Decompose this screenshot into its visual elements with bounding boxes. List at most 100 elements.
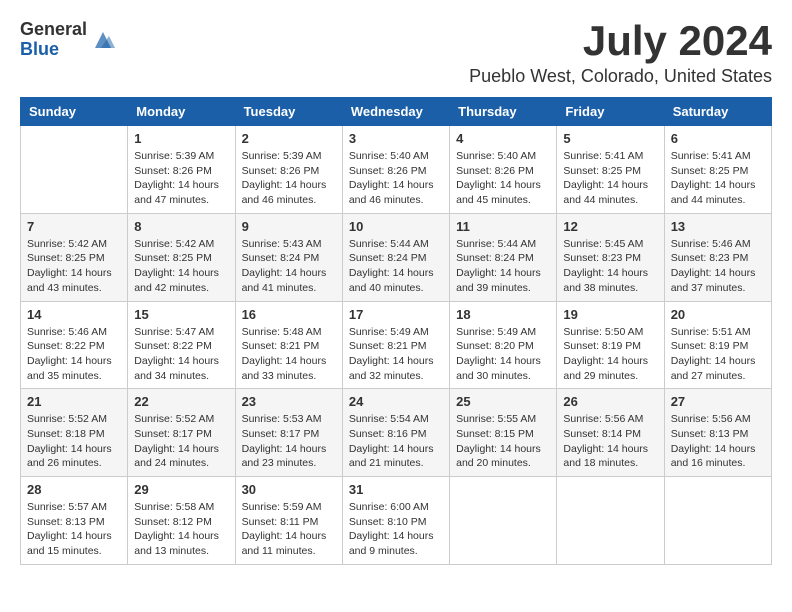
day-header-tuesday: Tuesday <box>235 98 342 126</box>
day-info: Sunrise: 5:40 AM Sunset: 8:26 PM Dayligh… <box>349 149 443 208</box>
calendar-cell: 1Sunrise: 5:39 AM Sunset: 8:26 PM Daylig… <box>128 126 235 214</box>
day-number: 4 <box>456 131 550 146</box>
calendar-cell: 6 Sunrise: 5:41 AM Sunset: 8:25 PM Daylig… <box>664 126 771 214</box>
day-number: 22 <box>134 394 228 409</box>
day-number: 21 <box>27 394 121 409</box>
calendar-cell: 3 Sunrise: 5:40 AM Sunset: 8:26 PM Daylig… <box>342 126 449 214</box>
day-info: Sunrise: 5:56 AM Sunset: 8:14 PM Dayligh… <box>563 412 657 471</box>
day-info: Sunrise: 5:43 AM Sunset: 8:24 PM Dayligh… <box>242 237 336 296</box>
logo-blue-text: Blue <box>20 40 87 60</box>
day-number: 15 <box>134 307 228 322</box>
day-info: Sunrise: 5:50 AM Sunset: 8:19 PM Dayligh… <box>563 325 657 384</box>
day-number: 7 <box>27 219 121 234</box>
calendar-week-row: 28Sunrise: 5:57 AM Sunset: 8:13 PM Dayli… <box>21 477 772 565</box>
day-header-wednesday: Wednesday <box>342 98 449 126</box>
calendar-cell: 8Sunrise: 5:42 AM Sunset: 8:25 PM Daylig… <box>128 213 235 301</box>
day-info: Sunrise: 5:44 AM Sunset: 8:24 PM Dayligh… <box>349 237 443 296</box>
calendar-cell: 13 Sunrise: 5:46 AM Sunset: 8:23 PM Dayli… <box>664 213 771 301</box>
day-info: Sunrise: 5:54 AM Sunset: 8:16 PM Dayligh… <box>349 412 443 471</box>
day-info: Sunrise: 5:39 AM Sunset: 8:26 PM Dayligh… <box>242 149 336 208</box>
day-header-thursday: Thursday <box>450 98 557 126</box>
calendar-cell: 17 Sunrise: 5:49 AM Sunset: 8:21 PM Dayli… <box>342 301 449 389</box>
day-number: 27 <box>671 394 765 409</box>
day-number: 24 <box>349 394 443 409</box>
day-number: 11 <box>456 219 550 234</box>
calendar-cell: 16Sunrise: 5:48 AM Sunset: 8:21 PM Dayli… <box>235 301 342 389</box>
day-info: Sunrise: 5:57 AM Sunset: 8:13 PM Dayligh… <box>27 500 121 559</box>
calendar-week-row: 1Sunrise: 5:39 AM Sunset: 8:26 PM Daylig… <box>21 126 772 214</box>
location-title: Pueblo West, Colorado, United States <box>469 66 772 87</box>
day-info: Sunrise: 5:51 AM Sunset: 8:19 PM Dayligh… <box>671 325 765 384</box>
calendar-cell: 22 Sunrise: 5:52 AM Sunset: 8:17 PM Dayli… <box>128 389 235 477</box>
day-header-friday: Friday <box>557 98 664 126</box>
calendar-cell <box>557 477 664 565</box>
calendar-header-row: SundayMondayTuesdayWednesdayThursdayFrid… <box>21 98 772 126</box>
day-header-sunday: Sunday <box>21 98 128 126</box>
day-info: Sunrise: 5:55 AM Sunset: 8:15 PM Dayligh… <box>456 412 550 471</box>
calendar-cell: 19Sunrise: 5:50 AM Sunset: 8:19 PM Dayli… <box>557 301 664 389</box>
calendar-cell: 25 Sunrise: 5:55 AM Sunset: 8:15 PM Dayli… <box>450 389 557 477</box>
calendar-cell: 28Sunrise: 5:57 AM Sunset: 8:13 PM Dayli… <box>21 477 128 565</box>
day-number: 3 <box>349 131 443 146</box>
calendar-cell <box>21 126 128 214</box>
title-area: July 2024 Pueblo West, Colorado, United … <box>469 20 772 87</box>
day-info: Sunrise: 5:46 AM Sunset: 8:22 PM Dayligh… <box>27 325 121 384</box>
calendar-cell: 20 Sunrise: 5:51 AM Sunset: 8:19 PM Dayli… <box>664 301 771 389</box>
day-number: 6 <box>671 131 765 146</box>
calendar-cell: 12 Sunrise: 5:45 AM Sunset: 8:23 PM Dayli… <box>557 213 664 301</box>
day-info: Sunrise: 5:48 AM Sunset: 8:21 PM Dayligh… <box>242 325 336 384</box>
day-info: Sunrise: 5:49 AM Sunset: 8:21 PM Dayligh… <box>349 325 443 384</box>
calendar-cell: 9 Sunrise: 5:43 AM Sunset: 8:24 PM Daylig… <box>235 213 342 301</box>
day-info: Sunrise: 5:40 AM Sunset: 8:26 PM Dayligh… <box>456 149 550 208</box>
calendar-cell: 26 Sunrise: 5:56 AM Sunset: 8:14 PM Dayli… <box>557 389 664 477</box>
day-info: Sunrise: 5:53 AM Sunset: 8:17 PM Dayligh… <box>242 412 336 471</box>
day-number: 30 <box>242 482 336 497</box>
day-number: 17 <box>349 307 443 322</box>
day-number: 23 <box>242 394 336 409</box>
calendar-cell: 2 Sunrise: 5:39 AM Sunset: 8:26 PM Daylig… <box>235 126 342 214</box>
day-info: Sunrise: 5:41 AM Sunset: 8:25 PM Dayligh… <box>671 149 765 208</box>
calendar-cell: 4 Sunrise: 5:40 AM Sunset: 8:26 PM Daylig… <box>450 126 557 214</box>
calendar-week-row: 14 Sunrise: 5:46 AM Sunset: 8:22 PM Dayli… <box>21 301 772 389</box>
calendar-cell: 14 Sunrise: 5:46 AM Sunset: 8:22 PM Dayli… <box>21 301 128 389</box>
day-number: 10 <box>349 219 443 234</box>
day-info: Sunrise: 5:59 AM Sunset: 8:11 PM Dayligh… <box>242 500 336 559</box>
calendar: SundayMondayTuesdayWednesdayThursdayFrid… <box>20 97 772 565</box>
day-number: 13 <box>671 219 765 234</box>
logo-icon <box>91 28 115 52</box>
day-info: Sunrise: 5:58 AM Sunset: 8:12 PM Dayligh… <box>134 500 228 559</box>
day-number: 14 <box>27 307 121 322</box>
day-info: Sunrise: 5:49 AM Sunset: 8:20 PM Dayligh… <box>456 325 550 384</box>
calendar-cell: 24 Sunrise: 5:54 AM Sunset: 8:16 PM Dayli… <box>342 389 449 477</box>
day-info: Sunrise: 5:56 AM Sunset: 8:13 PM Dayligh… <box>671 412 765 471</box>
day-info: Sunrise: 6:00 AM Sunset: 8:10 PM Dayligh… <box>349 500 443 559</box>
day-number: 25 <box>456 394 550 409</box>
day-info: Sunrise: 5:39 AM Sunset: 8:26 PM Dayligh… <box>134 149 228 208</box>
calendar-week-row: 21Sunrise: 5:52 AM Sunset: 8:18 PM Dayli… <box>21 389 772 477</box>
day-info: Sunrise: 5:47 AM Sunset: 8:22 PM Dayligh… <box>134 325 228 384</box>
logo: General Blue <box>20 20 115 60</box>
day-info: Sunrise: 5:46 AM Sunset: 8:23 PM Dayligh… <box>671 237 765 296</box>
day-info: Sunrise: 5:52 AM Sunset: 8:17 PM Dayligh… <box>134 412 228 471</box>
calendar-cell: 7 Sunrise: 5:42 AM Sunset: 8:25 PM Daylig… <box>21 213 128 301</box>
day-number: 9 <box>242 219 336 234</box>
day-number: 26 <box>563 394 657 409</box>
day-number: 18 <box>456 307 550 322</box>
month-title: July 2024 <box>469 20 772 62</box>
calendar-cell: 15 Sunrise: 5:47 AM Sunset: 8:22 PM Dayli… <box>128 301 235 389</box>
calendar-cell: 23 Sunrise: 5:53 AM Sunset: 8:17 PM Dayli… <box>235 389 342 477</box>
calendar-cell: 27 Sunrise: 5:56 AM Sunset: 8:13 PM Dayli… <box>664 389 771 477</box>
day-info: Sunrise: 5:45 AM Sunset: 8:23 PM Dayligh… <box>563 237 657 296</box>
calendar-cell: 18 Sunrise: 5:49 AM Sunset: 8:20 PM Dayli… <box>450 301 557 389</box>
calendar-week-row: 7 Sunrise: 5:42 AM Sunset: 8:25 PM Daylig… <box>21 213 772 301</box>
logo-general-text: General <box>20 20 87 40</box>
calendar-cell: 31Sunrise: 6:00 AM Sunset: 8:10 PM Dayli… <box>342 477 449 565</box>
day-info: Sunrise: 5:42 AM Sunset: 8:25 PM Dayligh… <box>27 237 121 296</box>
day-info: Sunrise: 5:44 AM Sunset: 8:24 PM Dayligh… <box>456 237 550 296</box>
day-number: 2 <box>242 131 336 146</box>
day-number: 20 <box>671 307 765 322</box>
day-number: 29 <box>134 482 228 497</box>
calendar-cell: 30 Sunrise: 5:59 AM Sunset: 8:11 PM Dayli… <box>235 477 342 565</box>
calendar-cell: 21Sunrise: 5:52 AM Sunset: 8:18 PM Dayli… <box>21 389 128 477</box>
day-number: 12 <box>563 219 657 234</box>
